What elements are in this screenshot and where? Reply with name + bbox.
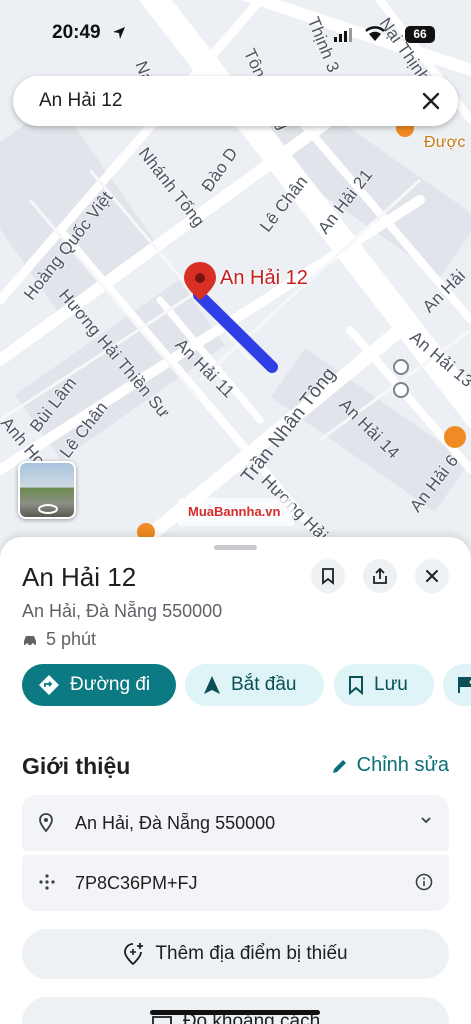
navigation-arrow-icon — [204, 676, 220, 694]
directions-icon — [39, 675, 59, 695]
address-row[interactable]: An Hải, Đà Nẵng 550000 — [22, 795, 449, 851]
status-bar: 20:49 66 — [0, 0, 471, 64]
info-icon[interactable] — [415, 873, 433, 891]
add-missing-label: Thêm địa điểm bị thiếu — [155, 943, 348, 964]
about-heading: Giới thiệu — [22, 753, 131, 779]
close-sheet-button[interactable] — [415, 559, 449, 593]
location-pin-icon — [39, 813, 53, 833]
share-icon — [373, 567, 387, 584]
chevron-down-icon — [421, 817, 431, 824]
watermark-logo: MuaBannha.vn — [178, 498, 294, 526]
rotate-360-icon — [38, 504, 58, 514]
start-button[interactable]: Bắt đầu — [185, 664, 324, 706]
car-icon — [24, 635, 36, 647]
pencil-icon — [332, 759, 346, 773]
travel-time: 5 phút — [22, 629, 96, 650]
bookmark-icon — [349, 676, 363, 695]
more-chip[interactable] — [443, 664, 471, 706]
save-label: Lưu — [374, 674, 408, 695]
place-sheet: An Hải 12 An Hải, Đà Nẵng 550000 5 phút … — [0, 537, 471, 1024]
flag-icon — [458, 677, 471, 693]
close-icon — [426, 570, 438, 582]
save-chip[interactable]: Lưu — [334, 664, 434, 706]
directions-label: Đường đi — [70, 674, 151, 695]
action-chips: Đường đi Bắt đầu Lưu — [22, 664, 471, 706]
close-icon[interactable] — [418, 88, 444, 114]
plus-code-icon — [39, 874, 55, 890]
plus-code-row[interactable]: 7P8C36PM+FJ — [22, 855, 449, 911]
eta-text: 5 phút — [46, 629, 97, 649]
pin-label: An Hải 12 — [220, 267, 308, 289]
directions-button[interactable]: Đường đi — [22, 664, 176, 706]
search-query[interactable]: An Hải 12 — [39, 90, 122, 112]
place-address: An Hải, Đà Nẵng 550000 — [22, 601, 223, 621]
bookmark-icon — [322, 568, 334, 585]
street-view-thumbnail[interactable] — [18, 461, 76, 519]
search-bar[interactable]: An Hải 12 — [13, 76, 458, 126]
add-location-icon — [124, 943, 144, 966]
status-time: 20:49 — [52, 22, 101, 43]
plus-code-text: 7P8C36PM+FJ — [75, 873, 198, 893]
cellular-signal-icon — [334, 28, 352, 42]
add-missing-place-button[interactable]: Thêm địa điểm bị thiếu — [22, 929, 449, 979]
wifi-icon — [365, 26, 385, 41]
watermark-text: MuaBannha.vn — [188, 504, 281, 519]
drag-handle[interactable] — [214, 545, 257, 550]
start-label: Bắt đầu — [231, 674, 297, 695]
location-arrow-icon — [113, 27, 125, 39]
edit-label: Chỉnh sửa — [356, 754, 449, 776]
save-button[interactable] — [311, 559, 345, 593]
address-text: An Hải, Đà Nẵng 550000 — [75, 813, 276, 833]
place-title: An Hải 12 — [22, 562, 137, 592]
edit-button[interactable]: Chỉnh sửa — [331, 754, 449, 777]
share-button[interactable] — [363, 559, 397, 593]
battery-indicator: 66 — [405, 26, 435, 43]
poi-label: Được — [424, 134, 466, 151]
home-indicator — [150, 1010, 320, 1015]
